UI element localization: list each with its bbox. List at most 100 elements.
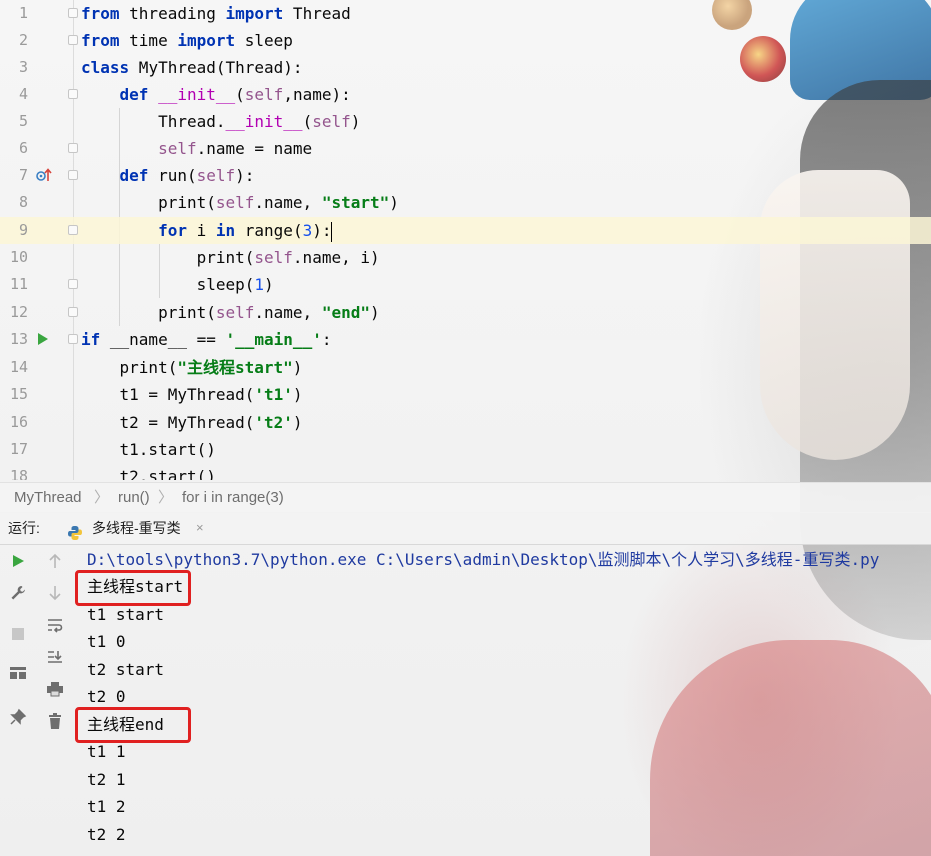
console-line: t2 0 (87, 687, 126, 706)
stop-icon[interactable] (6, 624, 30, 648)
console-line: t1 2 (87, 797, 126, 816)
override-marker-icon[interactable] (36, 167, 52, 183)
code-text: class MyThread(Thread): (81, 58, 303, 77)
print-icon[interactable] (43, 680, 67, 704)
code-text: def __init__(self,name): (119, 85, 351, 104)
line-number: 18 (9, 467, 28, 480)
console-line: t2 start (87, 660, 165, 679)
line-number: 8 (18, 193, 28, 211)
console-line: t1 start (87, 605, 165, 624)
line-number: 10 (9, 248, 28, 266)
console-line: t2 1 (87, 770, 126, 789)
code-text: t2 = MyThread('t2') (81, 413, 303, 432)
console-line: 主线程end (87, 715, 164, 734)
fold-marker[interactable] (68, 143, 78, 153)
tab-run-config[interactable]: 多线程-重写类 × (64, 512, 204, 544)
code-text: Thread.__init__(self) (81, 112, 361, 131)
arrow-down-icon[interactable] (43, 584, 67, 608)
breadcrumb: MyThread 〉 run() 〉 for i in range(3) (0, 482, 931, 513)
code-text: for i in range(3): (158, 221, 333, 242)
soft-wrap-icon[interactable] (43, 616, 67, 640)
layout-icon[interactable] (6, 664, 30, 688)
line-number: 11 (9, 275, 28, 293)
console-line: t1 1 (87, 742, 126, 761)
fold-marker[interactable] (68, 334, 78, 344)
code-line[interactable]: 14 print("主线程start") (0, 354, 931, 381)
code-text: def run(self): (119, 166, 255, 185)
run-gutter-icon[interactable] (36, 331, 50, 347)
fold-marker[interactable] (68, 279, 78, 289)
code-text: from threading import Thread (81, 4, 351, 23)
code-line[interactable]: 5 Thread.__init__(self) (0, 108, 931, 135)
code-text: print(self.name, "start") (81, 193, 399, 212)
fold-marker[interactable] (68, 8, 78, 18)
trash-icon[interactable] (43, 712, 67, 736)
python-icon (67, 520, 83, 540)
code-line-current[interactable]: 9 for i in range(3): (0, 217, 931, 244)
line-number: 6 (18, 139, 28, 157)
line-number: 17 (9, 440, 28, 458)
code-text: if __name__ == '__main__': (81, 330, 332, 349)
line-number: 2 (18, 31, 28, 49)
run-toolbar-primary (0, 544, 36, 856)
code-line[interactable]: 10 print(self.name, i) (0, 244, 931, 271)
scroll-to-end-icon[interactable] (43, 648, 67, 672)
line-number: 3 (18, 58, 28, 76)
line-number: 1 (18, 4, 28, 22)
code-line[interactable]: 4 def __init__(self,name): (0, 81, 931, 108)
code-line[interactable]: 17 t1.start() (0, 436, 931, 463)
close-icon[interactable]: × (196, 512, 204, 544)
console-line: t2 2 (87, 825, 126, 844)
pin-icon[interactable] (6, 708, 30, 732)
line-number: 7 (18, 166, 28, 184)
code-line[interactable]: 16 t2 = MyThread('t2') (0, 409, 931, 436)
play-icon[interactable] (6, 552, 30, 576)
line-number: 16 (9, 413, 28, 431)
code-line[interactable]: 15 t1 = MyThread('t1') (0, 381, 931, 408)
code-text: from time import sleep (81, 31, 293, 50)
code-editor[interactable]: 1 from threading import Thread 2 from ti… (0, 0, 931, 480)
arrow-up-icon[interactable] (43, 552, 67, 576)
code-line[interactable]: 13 if __name__ == '__main__': (0, 326, 931, 353)
line-number: 12 (9, 303, 28, 321)
code-line[interactable]: 8 print(self.name, "start") (0, 189, 931, 216)
run-toolbar-secondary (37, 544, 73, 856)
line-number: 15 (9, 385, 28, 403)
breadcrumb-item-class[interactable]: MyThread (14, 483, 82, 512)
code-line[interactable]: 11 sleep(1) (0, 271, 931, 298)
code-line[interactable]: 7 def run(self): (0, 162, 931, 189)
code-line[interactable]: 1 from threading import Thread (0, 0, 931, 27)
fold-marker[interactable] (68, 89, 78, 99)
code-text: t2.start() (81, 467, 216, 480)
wrench-icon[interactable] (6, 584, 30, 608)
line-number: 14 (9, 358, 28, 376)
code-text: print("主线程start") (81, 358, 303, 377)
run-tool-window-header: 运行: 多线程-重写类 × (0, 512, 931, 545)
breadcrumb-item-loop[interactable]: for i in range(3) (182, 483, 284, 512)
code-text: print(self.name, "end") (81, 303, 380, 322)
code-line[interactable]: 3 class MyThread(Thread): (0, 54, 931, 81)
line-number: 5 (18, 112, 28, 130)
console-line: 主线程start (87, 577, 184, 596)
code-line[interactable]: 18 t2.start() (0, 463, 931, 480)
code-line[interactable]: 12 print(self.name, "end") (0, 299, 931, 326)
console-line: t1 0 (87, 632, 126, 651)
code-text: t1 = MyThread('t1') (81, 385, 303, 404)
run-label: 运行: (8, 520, 40, 536)
fold-marker[interactable] (68, 170, 78, 180)
code-text: print(self.name, i) (81, 248, 380, 267)
code-line[interactable]: 2 from time import sleep (0, 27, 931, 54)
fold-marker[interactable] (68, 307, 78, 317)
code-text: self.name = name (158, 139, 313, 158)
fold-marker[interactable] (68, 35, 78, 45)
breadcrumb-separator: 〉 (158, 489, 174, 506)
fold-marker[interactable] (68, 225, 78, 235)
code-text: t1.start() (81, 440, 216, 459)
breadcrumb-separator: 〉 (94, 489, 110, 506)
text-caret (331, 221, 333, 242)
code-line[interactable]: 6 self.name = name (0, 135, 931, 162)
line-number: 13 (9, 330, 28, 348)
breadcrumb-item-method[interactable]: run() (118, 483, 150, 512)
line-number: 4 (18, 85, 28, 103)
tab-label: 多线程-重写类 (92, 520, 181, 536)
